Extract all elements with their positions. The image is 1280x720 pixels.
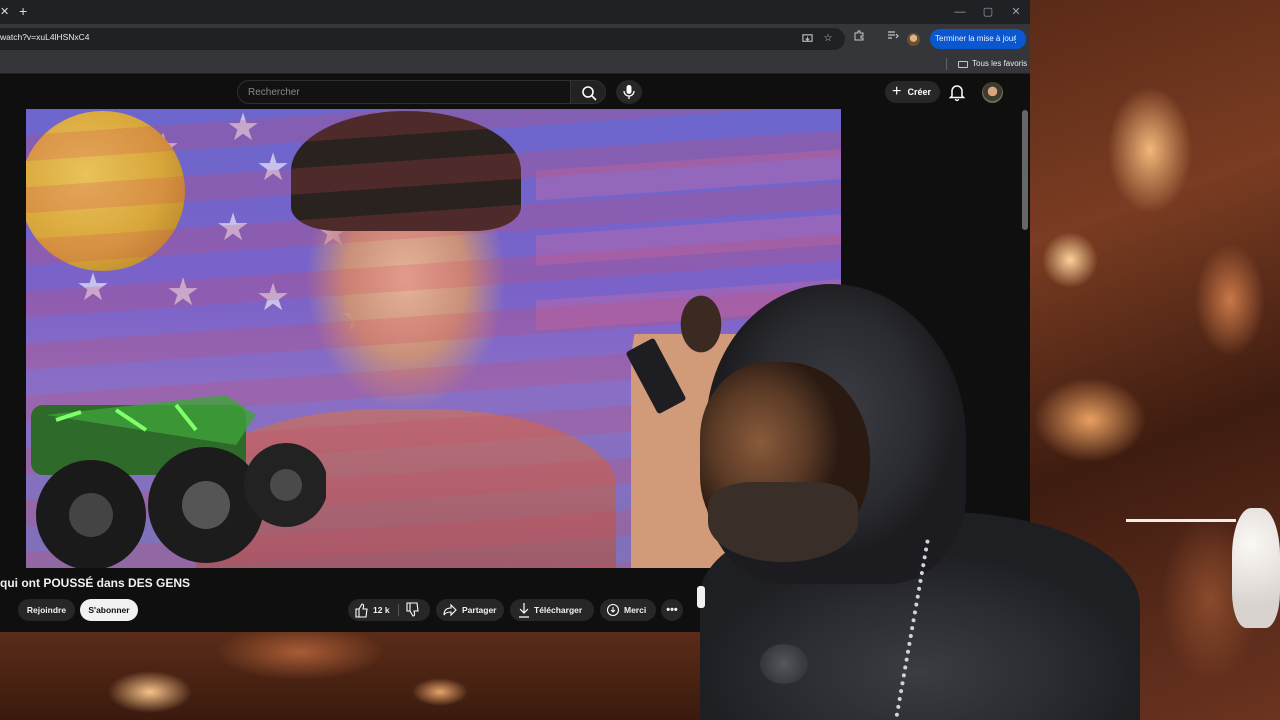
close-window-button[interactable]: ✕ [1004,4,1028,20]
dislike-button[interactable] [406,599,420,628]
folder-icon [958,60,968,68]
new-tab-button[interactable]: + [19,3,33,19]
youtube-header: + Créer [0,75,1030,109]
monster-truck-image [31,395,326,568]
search-icon [582,86,597,101]
bookmarks-divider [946,58,947,70]
notifications-button[interactable] [946,81,968,103]
share-label: Partager [462,605,497,615]
bookmarks-bar: Tous les favoris [0,54,1030,74]
microphone-icon [623,85,635,99]
search-input[interactable] [248,81,558,103]
like-dislike-group: 12 k [348,599,430,621]
search-box[interactable] [237,80,570,104]
maximize-button[interactable]: ▢ [976,4,1000,20]
share-button[interactable]: Partager [436,599,504,621]
profile-avatar[interactable] [907,33,920,46]
background-white-object [1232,508,1280,628]
download-icon [517,599,531,628]
browser-toolbar: watch?v=xuL4lHSNxC4 ☆ Terminer la mise à… [0,24,1030,54]
install-app-icon[interactable] [801,33,813,45]
extensions-icon[interactable] [852,29,866,43]
plus-icon: + [892,83,902,100]
url-text[interactable]: watch?v=xuL4lHSNxC4 [0,32,90,42]
streamer-cutout [700,282,1140,720]
like-divider [398,604,399,616]
bell-icon [948,85,966,102]
reading-list-icon[interactable] [886,29,900,43]
streamer-microphone [760,644,808,684]
join-label: Rejoindre [26,605,67,615]
update-button[interactable]: Terminer la mise à jour ⋮ [930,29,1026,49]
more-menu-icon: ⋮ [1011,34,1020,44]
all-bookmarks-label: Tous les favoris [972,59,1028,68]
all-bookmarks-folder[interactable]: Tous les favoris [958,57,1027,71]
like-count: 12 k [373,605,390,615]
minimize-button[interactable]: — [948,4,972,20]
video-title: qui ont POUSSÉ dans DES GENS [0,576,191,590]
tab-strip: ✕ + — ▢ ✕ [0,0,1030,24]
thanks-label: Merci [624,605,647,615]
thanks-button[interactable]: Merci [600,599,656,621]
address-bar[interactable]: watch?v=xuL4lHSNxC4 ☆ [0,28,845,50]
search-button[interactable] [570,80,606,104]
update-button-label: Terminer la mise à jour [935,34,1016,43]
create-button[interactable]: + Créer [885,81,940,103]
download-label: Télécharger [534,605,583,615]
bookmark-star-icon[interactable]: ☆ [822,33,834,45]
subscribe-label: S'abonner [88,605,130,615]
subscribe-button[interactable]: S'abonner [80,599,138,621]
tab-close-icon[interactable]: ✕ [0,4,10,20]
join-button[interactable]: Rejoindre [18,599,75,621]
page-scrollbar[interactable] [1022,110,1028,230]
voice-search-button[interactable] [616,80,642,104]
more-actions-button[interactable]: ••• [661,599,683,621]
more-horizontal-icon: ••• [666,604,678,616]
thumbs-down-icon [406,602,419,617]
account-avatar[interactable] [982,82,1003,103]
partial-white-element [697,586,705,608]
streamer-beard [708,482,858,562]
background-white-line [1126,519,1236,522]
download-button[interactable]: Télécharger [510,599,594,621]
thanks-icon [606,599,620,628]
share-icon [443,599,457,628]
thumbs-up-icon [355,603,368,618]
like-button[interactable] [355,599,369,628]
create-label: Créer [907,87,931,97]
